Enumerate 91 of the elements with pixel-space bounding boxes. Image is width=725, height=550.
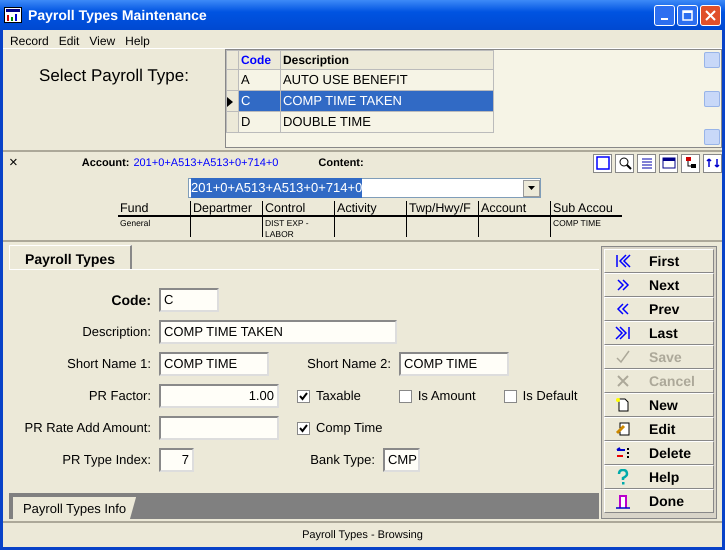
status-text: Payroll Types - Browsing	[302, 528, 423, 543]
toolbar-button[interactable]	[659, 154, 678, 172]
tab[interactable]: Payroll Types Info	[13, 497, 136, 519]
checkmark-icon	[299, 392, 308, 400]
segment-content: General	[119, 217, 152, 230]
field-label: PR Factor:	[88, 387, 151, 406]
checkmark-icon	[299, 424, 308, 432]
field-label: PR Rate Add Amount:	[24, 419, 151, 438]
nav-button[interactable]: Delete	[604, 441, 714, 465]
column-header: Code	[238, 50, 280, 70]
door-icon	[615, 493, 631, 509]
table-cell[interactable]: C	[238, 90, 280, 112]
field-label: Bank Type:	[309, 451, 375, 470]
nav-button[interactable]: Next	[604, 273, 714, 297]
segment-heading: Sub Accou	[551, 201, 622, 217]
segment-content: DIST EXP - LABOR	[264, 217, 310, 241]
table-cell[interactable]: COMP TIME TAKEN	[280, 90, 494, 112]
first-icon	[615, 253, 631, 269]
dropdown-value: 201+0+A513+A513+0+714+0	[191, 178, 362, 198]
nav-button[interactable]: First	[604, 249, 714, 273]
close-icon	[705, 10, 716, 20]
account-label: Account:	[82, 156, 130, 171]
menu-item[interactable]: Help	[120, 30, 155, 48]
checkbox[interactable]: Is Amount	[398, 386, 476, 406]
field-label: PR Type Index:	[61, 451, 151, 470]
field-label: Code:	[110, 290, 151, 310]
menu-item[interactable]: Edit	[54, 30, 84, 48]
delete-icon	[615, 445, 631, 461]
nav-button[interactable]: Last	[604, 321, 714, 345]
maximize-icon	[682, 10, 693, 20]
maximize-button[interactable]	[677, 4, 698, 26]
row-pointer-icon	[227, 96, 233, 107]
account-dropdown[interactable]: 201+0+A513+A513+0+714+0	[188, 178, 541, 198]
toolbar-button[interactable]	[681, 154, 700, 172]
account-value: 201+0+A513+A513+0+714+0	[133, 156, 278, 171]
field-label: Short Name 1:	[66, 355, 151, 374]
question-mark-icon	[615, 469, 631, 485]
menu-item[interactable]: Record	[5, 30, 54, 48]
last-icon	[615, 325, 631, 341]
input-field[interactable]: COMP TIME	[399, 352, 509, 376]
segment-heading: Control	[263, 201, 334, 217]
input-field[interactable]: C	[159, 288, 219, 312]
checkbox[interactable]: Comp Time	[297, 418, 382, 438]
nav-button[interactable]: Edit	[604, 417, 714, 441]
segment-heading: Departmer	[191, 201, 262, 217]
checkmark-icon	[615, 349, 631, 365]
segment-heading: Activity	[335, 201, 406, 217]
segment-content: COMP TIME	[552, 217, 602, 230]
edit-document-icon	[615, 421, 631, 437]
segment-heading: Twp/Hwy/F	[407, 201, 478, 217]
input-field[interactable]: COMP TIME TAKEN	[159, 320, 397, 344]
window-icon	[660, 155, 676, 171]
input-field[interactable]: COMP TIME	[159, 352, 269, 376]
minimize-icon	[661, 18, 668, 20]
nav-button[interactable]: Help	[604, 465, 714, 489]
table-cell[interactable]: DOUBLE TIME	[280, 112, 494, 132]
input-field[interactable]: 7	[159, 448, 194, 472]
nav-button[interactable]: Done	[604, 489, 714, 513]
checkbox[interactable]: Taxable	[297, 386, 361, 406]
toolbar-button[interactable]	[593, 154, 612, 172]
app-icon	[4, 7, 22, 23]
segment-heading: Account	[479, 201, 550, 217]
field-label: Short Name 2:	[306, 355, 391, 374]
square-icon	[594, 155, 610, 171]
column-header: Description	[280, 50, 494, 70]
close-icon[interactable]: ×	[9, 152, 18, 174]
segment-heading: Fund	[118, 201, 190, 217]
input-field[interactable]: CMP	[383, 448, 420, 472]
vertical-scrollbar[interactable]	[704, 50, 721, 147]
cancel-icon	[615, 373, 631, 389]
select-label: Select Payroll Type:	[39, 66, 189, 85]
checkbox[interactable]: Is Default	[504, 386, 578, 406]
input-field[interactable]	[159, 416, 279, 440]
next-icon	[615, 277, 631, 293]
nav-button[interactable]: Prev	[604, 297, 714, 321]
tab[interactable]: Payroll Types	[9, 245, 132, 269]
new-document-icon	[615, 397, 631, 413]
search-icon	[616, 155, 632, 171]
toolbar-button[interactable]	[703, 154, 722, 172]
menu-item[interactable]: View	[84, 30, 120, 48]
toolbar-button[interactable]	[615, 154, 634, 172]
window-title: Payroll Types Maintenance	[28, 6, 208, 25]
input-field[interactable]: 1.00	[159, 384, 279, 408]
field-label: Description:	[81, 323, 151, 342]
prev-icon	[615, 301, 631, 317]
minimize-button[interactable]	[654, 4, 675, 26]
close-button[interactable]	[700, 4, 721, 26]
table-cell[interactable]: D	[238, 112, 280, 132]
toolbar-button[interactable]	[637, 154, 656, 172]
content-label: Content:	[318, 156, 364, 171]
nav-button[interactable]: New	[604, 393, 714, 417]
